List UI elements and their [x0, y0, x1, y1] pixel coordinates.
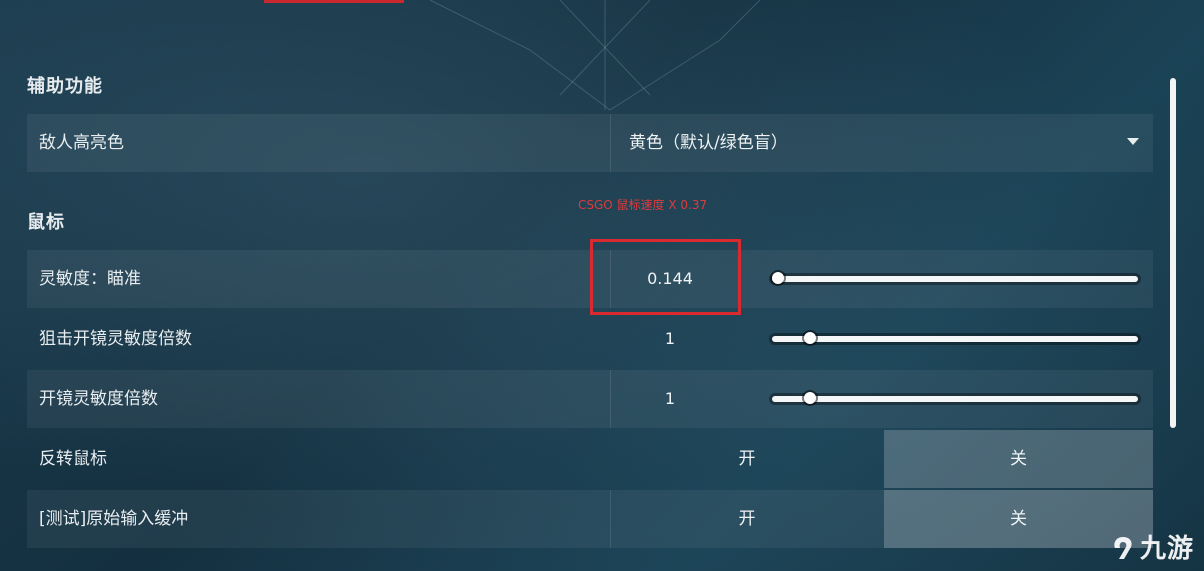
- scope-sensitivity-slider[interactable]: [772, 392, 1138, 406]
- sensitivity-highlight-box: [590, 239, 741, 315]
- enemy-highlight-dropdown[interactable]: 黄色（默认/绿色盲）: [627, 114, 1153, 172]
- scope-sniper-sensitivity-row: 狙击开镜灵敏度倍数 1: [27, 310, 1153, 368]
- sensitivity-aim-label: 灵敏度：瞄准: [39, 269, 141, 289]
- watermark: 九游: [1110, 528, 1194, 565]
- chevron-down-icon: [1127, 138, 1139, 145]
- raw-input-buffer-label: [测试]原始输入缓冲: [39, 509, 189, 529]
- csgo-annotation: CSGO 鼠标速度 X 0.37: [578, 198, 708, 212]
- top-red-bar: [264, 0, 404, 3]
- invert-mouse-on-button[interactable]: 开: [610, 430, 884, 488]
- row-divider: [610, 114, 611, 172]
- scope-sniper-sensitivity-slider[interactable]: [772, 332, 1138, 346]
- scrollbar-thumb[interactable]: [1170, 78, 1176, 428]
- slider-thumb[interactable]: [803, 332, 816, 344]
- watermark-text: 九游: [1139, 534, 1194, 564]
- invert-mouse-off-button[interactable]: 关: [884, 430, 1153, 488]
- slider-thumb[interactable]: [803, 392, 816, 404]
- settings-scrollbar[interactable]: [1170, 78, 1176, 564]
- scope-sensitivity-input[interactable]: 1: [610, 370, 730, 428]
- enemy-highlight-value: 黄色（默认/绿色盲）: [629, 133, 788, 153]
- scope-sensitivity-row: 开镜灵敏度倍数 1: [27, 370, 1153, 428]
- jiuyou-logo-icon: [1114, 537, 1132, 559]
- scope-sniper-sensitivity-label: 狙击开镜灵敏度倍数: [39, 329, 192, 349]
- section-title-accessibility: 辅助功能: [27, 76, 103, 97]
- raw-input-buffer-on-button[interactable]: 开: [610, 490, 884, 548]
- scope-sensitivity-label: 开镜灵敏度倍数: [39, 389, 158, 409]
- slider-track: [772, 276, 1138, 282]
- raw-input-buffer-row: [测试]原始输入缓冲 开 关: [27, 490, 1153, 548]
- slider-thumb[interactable]: [772, 272, 784, 284]
- section-title-mouse: 鼠标: [27, 212, 65, 233]
- enemy-highlight-label: 敌人高亮色: [39, 133, 124, 153]
- scope-sniper-sensitivity-input[interactable]: 1: [610, 310, 730, 368]
- sensitivity-aim-slider[interactable]: [772, 272, 1138, 286]
- slider-track: [772, 396, 1138, 402]
- invert-mouse-row: 反转鼠标 开 关: [27, 430, 1153, 488]
- enemy-highlight-row: 敌人高亮色 黄色（默认/绿色盲）: [27, 114, 1153, 172]
- invert-mouse-label: 反转鼠标: [39, 449, 107, 469]
- slider-track: [772, 336, 1138, 342]
